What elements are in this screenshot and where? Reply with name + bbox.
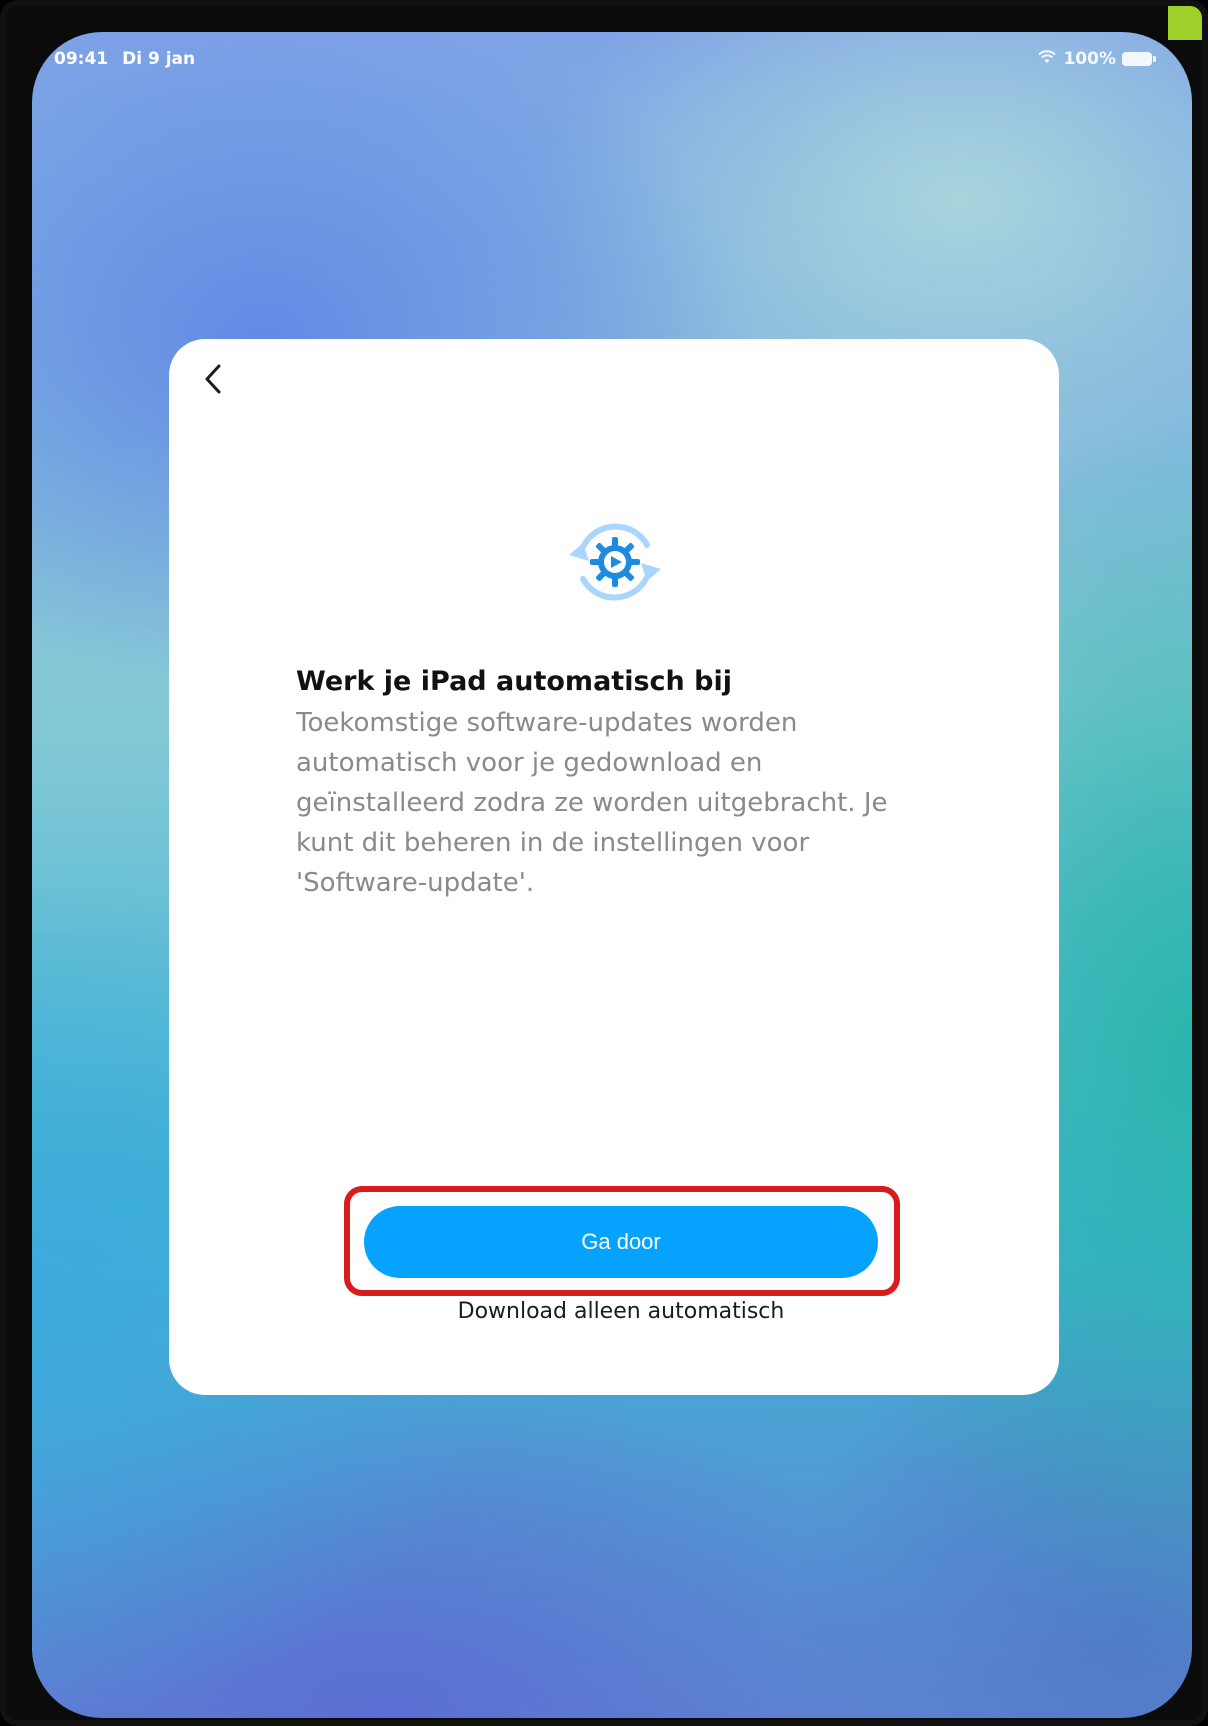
wifi-icon xyxy=(1037,49,1057,70)
battery-icon xyxy=(1122,52,1156,66)
download-only-link[interactable]: Download alleen automatisch xyxy=(364,1299,878,1324)
status-date: Di 9 jan xyxy=(122,49,196,69)
back-button[interactable] xyxy=(193,361,233,401)
page-title: Werk je iPad automatisch bij xyxy=(296,666,732,697)
status-bar: 09:41 Di 9 jan 100% xyxy=(54,48,1156,70)
device-frame: 09:41 Di 9 jan 100% Werk je iPad automat… xyxy=(0,0,1208,1726)
status-time: 09:41 xyxy=(54,49,109,69)
continue-button[interactable]: Ga door xyxy=(364,1206,878,1278)
page-description: Toekomstige software-updates worden auto… xyxy=(296,708,888,898)
chevron-left-icon xyxy=(202,363,224,399)
battery-percentage: 100% xyxy=(1063,49,1116,69)
setup-card: Werk je iPad automatisch bij Toekomstige… xyxy=(169,339,1059,1395)
ipad-screen: 09:41 Di 9 jan 100% Werk je iPad automat… xyxy=(32,32,1192,1718)
software-update-icon xyxy=(555,507,675,617)
status-right: 100% xyxy=(1037,49,1156,70)
